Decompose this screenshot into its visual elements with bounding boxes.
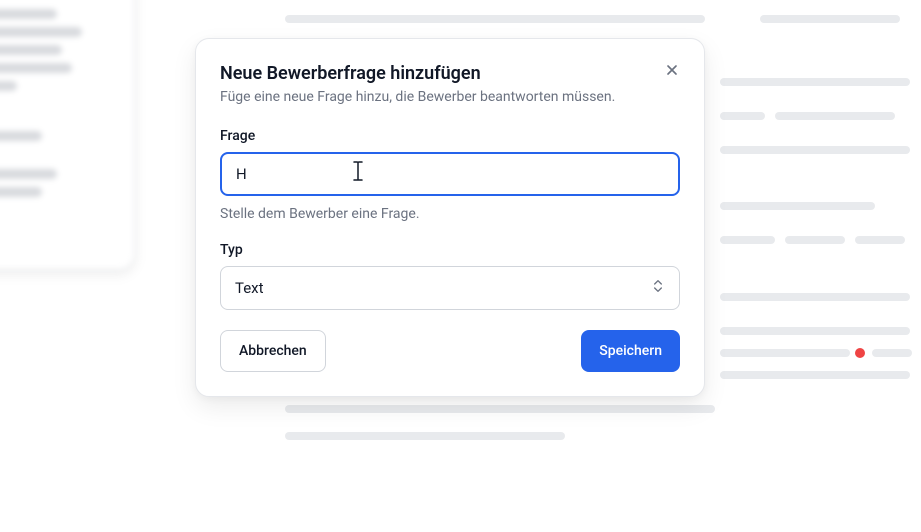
type-label: Typ — [220, 242, 680, 258]
skeleton-line — [785, 236, 845, 244]
skeleton-line — [285, 432, 565, 440]
cancel-button[interactable]: Abbrechen — [220, 330, 326, 372]
skeleton-line — [720, 371, 910, 379]
modal-title: Neue Bewerberfrage hinzufügen — [220, 63, 680, 84]
question-label: Frage — [220, 128, 680, 144]
save-button[interactable]: Speichern — [581, 330, 680, 372]
skeleton-line — [720, 202, 875, 210]
question-help-text: Stelle dem Bewerber eine Frage. — [220, 206, 680, 222]
background-card — [0, 0, 135, 270]
close-icon — [664, 62, 680, 81]
skeleton-line — [285, 405, 715, 413]
skeleton-line — [775, 112, 895, 120]
close-button[interactable] — [660, 59, 684, 83]
question-field-group: Frage Stelle dem Bewerber eine Frage. — [220, 128, 680, 222]
add-question-modal: Neue Bewerberfrage hinzufügen Füge eine … — [195, 38, 705, 397]
skeleton-line — [855, 236, 905, 244]
skeleton-line — [760, 15, 900, 23]
skeleton-line — [720, 293, 910, 301]
type-field-group: Typ Text — [220, 242, 680, 310]
skeleton-line — [720, 349, 850, 357]
skeleton-line — [720, 236, 775, 244]
type-select[interactable]: Text — [220, 266, 680, 310]
skeleton-line — [872, 349, 912, 357]
status-indicator-dot — [855, 348, 865, 358]
skeleton-line — [720, 327, 910, 335]
modal-footer: Abbrechen Speichern — [220, 330, 680, 372]
modal-header: Neue Bewerberfrage hinzufügen Füge eine … — [220, 63, 680, 108]
skeleton-line — [720, 112, 765, 120]
modal-subtitle: Füge eine neue Frage hinzu, die Bewerber… — [220, 88, 680, 108]
skeleton-line — [285, 15, 705, 23]
question-input[interactable] — [220, 152, 680, 196]
skeleton-line — [720, 146, 910, 154]
skeleton-line — [720, 78, 910, 86]
